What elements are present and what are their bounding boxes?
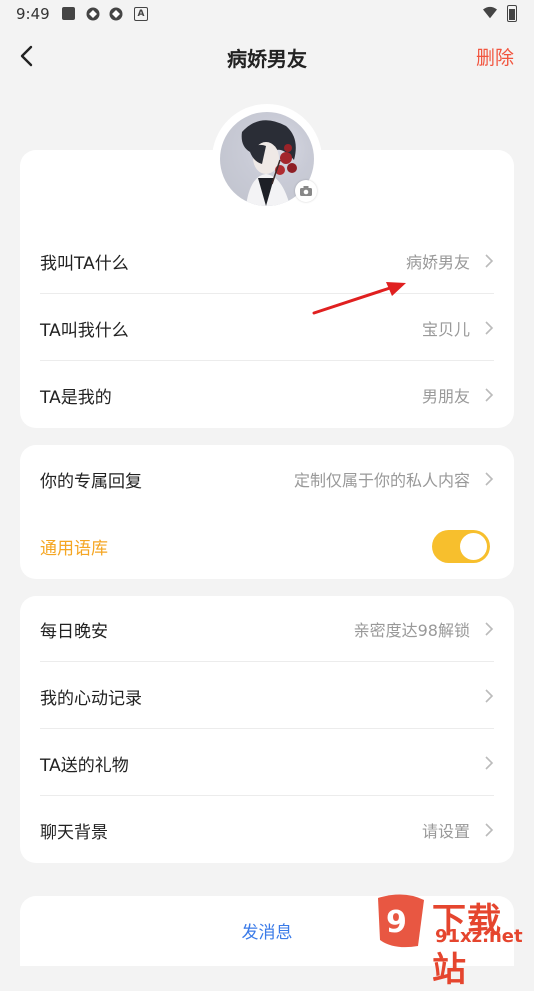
row-ta-name-for-me[interactable]: TA叫我什么 宝贝儿 [40,295,494,361]
camera-icon[interactable] [295,180,317,202]
row-value: 请设置 [421,822,470,841]
watermark-url: 91xz.net [435,926,523,947]
chevron-right-icon [485,254,494,268]
page-title: 病娇男友 [227,47,307,71]
row-exclusive-replies[interactable]: 你的专属回复 定制仅属于你的私人内容 [40,446,494,512]
row-label: 我的心动记录 [40,689,142,709]
chevron-right-icon [485,388,494,402]
corpus-toggle[interactable] [432,530,490,563]
annotation-arrow [312,282,406,315]
row-gifts-from-ta[interactable]: TA送的礼物 [40,730,494,796]
notification-app-icon-2 [109,7,123,21]
row-label: TA是我的 [40,388,112,408]
delete-button[interactable]: 删除 [476,43,514,70]
row-value: 男朋友 [421,387,470,406]
row-label: TA叫我什么 [40,321,129,341]
replies-card: 你的专属回复 定制仅属于你的私人内容 通用语库 [20,445,514,579]
row-daily-goodnight[interactable]: 每日晚安 亲密度达98解锁 [40,596,494,662]
battery-icon [507,5,517,22]
chevron-right-icon [485,689,494,703]
wifi-icon [483,6,497,19]
toggle-knob [460,533,487,560]
notification-square-icon [62,7,75,20]
row-label: 你的专属回复 [40,472,142,492]
extras-card: 每日晚安 亲密度达98解锁 我的心动记录 TA送的礼物 聊天背景 请设置 [20,596,514,863]
chevron-right-icon [485,472,494,486]
row-label: 我叫TA什么 [40,254,129,274]
row-label: TA送的礼物 [40,756,129,776]
row-relationship[interactable]: TA是我的 男朋友 [40,362,494,428]
row-my-name-for-ta[interactable]: 我叫TA什么 病娇男友 [40,228,494,294]
chevron-right-icon [485,823,494,837]
chevron-right-icon [485,321,494,335]
status-time: 9:49 [16,5,50,23]
row-value: 宝贝儿 [421,320,470,339]
row-label: 通用语库 [40,539,108,559]
svg-text:9: 9 [386,905,407,940]
avatar-frame [212,104,322,214]
row-value: 定制仅属于你的私人内容 [293,471,470,490]
row-chat-background[interactable]: 聊天背景 请设置 [40,797,494,863]
row-value: 亲密度达98解锁 [353,621,470,640]
status-bar: 9:49 A [0,0,534,28]
row-general-corpus: 通用语库 [40,513,494,579]
row-label: 聊天背景 [40,823,108,843]
row-label: 每日晚安 [40,622,108,642]
row-value: 病娇男友 [405,253,470,272]
row-heartbeat-records[interactable]: 我的心动记录 [40,663,494,729]
chevron-right-icon [485,622,494,636]
notification-app-icon [86,7,100,21]
nav-bar: 病娇男友 删除 [0,32,534,80]
chevron-right-icon [485,756,494,770]
notification-a-icon: A [134,7,148,21]
